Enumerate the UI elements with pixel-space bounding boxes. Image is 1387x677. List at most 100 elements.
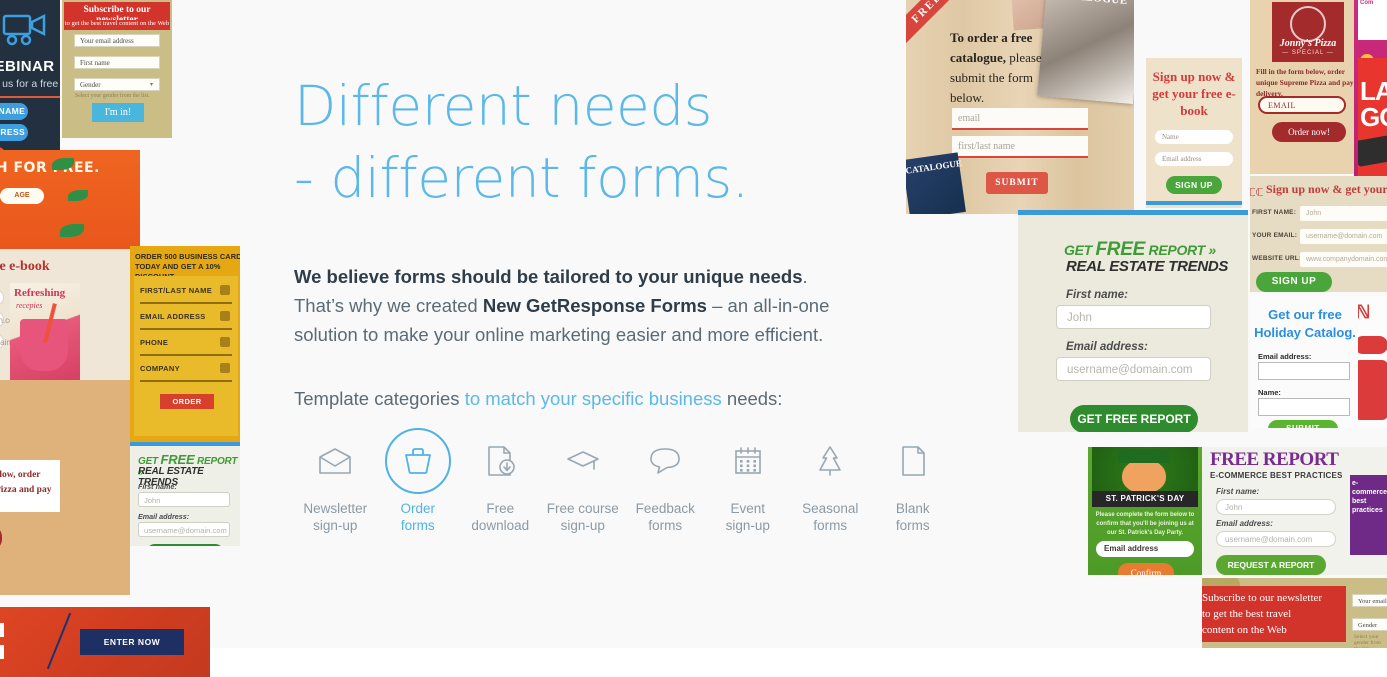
- collage-card-real-estate-right[interactable]: GET FREE REPORT » REAL ESTATE TRENDS Fir…: [1018, 210, 1248, 432]
- collage-card-holiday-catalog[interactable]: Get our free Holiday Catalog. Email addre…: [1250, 296, 1360, 428]
- signup-website-field[interactable]: www.companydomain.com: [1300, 252, 1387, 267]
- realestate-right-firstname-field[interactable]: John: [1056, 305, 1211, 329]
- collage-card-spanish[interactable]: SPANISH FOR FREE. EMAIL ADDRESS AGE: [0, 150, 140, 254]
- icon-ring: [797, 428, 863, 494]
- realestate-right-submit-button[interactable]: GET FREE REPORT: [1070, 405, 1198, 432]
- catalogue-heading: To order a free catalogue, please submit…: [950, 28, 1060, 108]
- collage-card-hex-pattern[interactable]: ℕ: [1358, 296, 1387, 428]
- categories-link[interactable]: to match your specific business: [465, 388, 722, 409]
- webinar-name-field[interactable]: NAME/SURNAME: [0, 103, 28, 120]
- graduation-cap-icon: [565, 448, 601, 474]
- category-item-free-download[interactable]: Free download: [459, 428, 542, 538]
- newsletter-email-field[interactable]: Your email address: [74, 34, 160, 47]
- realestate-left-submit-button[interactable]: GET FREE REPORT: [146, 544, 224, 546]
- collage-card-ebook-right[interactable]: Sign up now & get your free e-book Name …: [1146, 58, 1242, 208]
- headline-line-1: Different needs: [294, 74, 712, 138]
- realestate-left-email-field[interactable]: username@domain.com: [138, 522, 230, 537]
- ebook-website-field[interactable]: www.companydomain.com: [0, 333, 28, 350]
- field-label: PHONE: [140, 338, 169, 347]
- ebook-name-field[interactable]: Name: [0, 289, 4, 306]
- category-item-feedback-forms[interactable]: Feedback forms: [624, 428, 707, 538]
- last-chance-text: LAGO: [1360, 78, 1387, 130]
- collage-card-business-cards[interactable]: ORDER 500 BUSINESS CARDS TODAY AND GET A…: [130, 246, 240, 546]
- business-phone-field[interactable]: PHONE: [140, 334, 232, 356]
- collage-card-free-report-ecommerce[interactable]: FREE REPORT E-COMMERCE BEST PRACTICES Fi…: [1202, 447, 1387, 575]
- free-report-email-field[interactable]: username@domain.com: [1216, 531, 1336, 547]
- collage-card-newsletter-right[interactable]: Subscribe to our newsletter to get the b…: [1202, 578, 1387, 648]
- ebook-right-signup-button[interactable]: SIGN UP: [1166, 176, 1222, 194]
- business-email-field[interactable]: EMAIL ADDRESS: [140, 308, 232, 330]
- free-report-firstname-field[interactable]: John: [1216, 499, 1336, 515]
- signup-email-field[interactable]: username@domain.com: [1300, 229, 1387, 244]
- st-patricks-confirm-button[interactable]: Confirm: [1118, 563, 1174, 575]
- label-line-2: download: [471, 518, 530, 533]
- pizza-right-email-field[interactable]: EMAIL: [1258, 96, 1346, 114]
- arrow-decoration: [46, 612, 72, 670]
- ebook-email-field[interactable]: username@domain.com: [0, 311, 20, 328]
- chevron-down-icon: ▾: [149, 82, 153, 88]
- st-patricks-email-field[interactable]: Email address: [1096, 541, 1194, 557]
- catalogue-email-field[interactable]: email: [952, 108, 1088, 130]
- mail-icon: [220, 311, 230, 321]
- ebook-right-title: Sign up now & get your free e-book: [1152, 69, 1236, 118]
- leaf-decoration: [68, 190, 88, 201]
- enter-field-2[interactable]: [0, 645, 4, 659]
- pizza-email-field[interactable]: [0, 525, 2, 551]
- category-item-seasonal-forms[interactable]: Seasonal forms: [789, 428, 872, 538]
- collage-card-catalogue[interactable]: CATALOGUE FREE To order a free catalogue…: [906, 0, 1134, 214]
- realestate-left-label-firstname: First name:: [138, 482, 177, 491]
- newsletter-right-ribbon: Subscribe to our newsletter to get the b…: [1202, 586, 1346, 642]
- leaf-decoration: [60, 224, 84, 237]
- ebook-right-email-field[interactable]: Email address: [1155, 152, 1233, 166]
- intro-line2-post: – an all-in-one: [706, 295, 830, 316]
- spanish-age-field[interactable]: AGE: [0, 188, 44, 204]
- free-report-request-button[interactable]: REQUEST A REPORT: [1216, 555, 1326, 575]
- catalogue-submit-button[interactable]: SUBMIT: [986, 172, 1048, 194]
- category-item-free-course-sign-up[interactable]: Free course sign-up: [542, 428, 625, 538]
- realestate-right-subtitle: REAL ESTATE TRENDS: [1066, 258, 1229, 275]
- swirl-icon: ℂℂ: [1250, 187, 1264, 199]
- collage-card-signup-right[interactable]: ℂℂ Sign up now & get your FIRST NAME: Jo…: [1250, 176, 1387, 292]
- collage-card-pizza-left[interactable]: Jonny's Pizza — SPECIAL — Fill in the fo…: [0, 380, 130, 595]
- category-item-event-sign-up[interactable]: Event sign-up: [707, 428, 790, 538]
- holiday-name-field[interactable]: [1258, 398, 1350, 416]
- enter-field-1[interactable]: [0, 623, 4, 637]
- realestate-right-email-field[interactable]: username@domain.com: [1056, 357, 1211, 381]
- pizza-right-order-button[interactable]: Order now!: [1272, 122, 1346, 142]
- collage-card-st-patricks[interactable]: ST. PATRICK'S DAY Please complete the fo…: [1088, 447, 1202, 575]
- newsletter-right-gender-select[interactable]: Gender: [1352, 618, 1387, 631]
- business-order-button[interactable]: ORDER: [160, 394, 214, 409]
- newsletter-gender-select[interactable]: Gender ▾: [74, 78, 160, 91]
- ebook-right-name-field[interactable]: Name: [1155, 130, 1233, 144]
- user-icon: [220, 285, 230, 295]
- category-item-blank-forms[interactable]: Blank forms: [872, 428, 955, 538]
- realestate-left-firstname-field[interactable]: John: [138, 492, 230, 507]
- business-company-field[interactable]: COMPANY: [140, 360, 232, 382]
- business-name-field[interactable]: FIRST/LAST NAME: [140, 282, 232, 304]
- collage-card-enter-now[interactable]: ENTER NOW: [0, 607, 210, 677]
- signup-firstname-field[interactable]: John: [1300, 206, 1387, 221]
- signup-label-firstname: FIRST NAME:: [1252, 209, 1297, 216]
- category-item-newsletter-sign-up[interactable]: Newsletter sign-up: [294, 428, 377, 538]
- label-line-2: sign-up: [560, 518, 605, 533]
- main-content: Different needs - different forms. We be…: [294, 0, 954, 648]
- collage-card-webinar-invite[interactable]: WEBINAR INVITE Join us for a free webina…: [0, 0, 60, 158]
- category-item-order-forms[interactable]: Order forms: [377, 428, 460, 538]
- holiday-title-line-2: Holiday Catalog.: [1254, 325, 1356, 340]
- newsletter-right-email-field[interactable]: Your email address: [1352, 594, 1387, 607]
- realestate-right-label-firstname: First name:: [1066, 289, 1128, 301]
- newsletter-firstname-field[interactable]: First name: [74, 56, 160, 69]
- signup-right-button[interactable]: SIGN UP: [1256, 272, 1332, 292]
- newsletter-submit-button[interactable]: I'm in!: [92, 103, 144, 122]
- collage-card-ebook-left[interactable]: get your free e-book Name username@domai…: [0, 249, 132, 394]
- enter-now-button[interactable]: ENTER NOW: [80, 629, 184, 655]
- label-line-2: sign-up: [725, 518, 770, 533]
- holiday-submit-button[interactable]: SUBMIT: [1268, 420, 1338, 428]
- icon-ring: [715, 428, 781, 494]
- magenta-panel: Com: [1358, 0, 1387, 40]
- holiday-email-field[interactable]: [1258, 362, 1350, 380]
- webinar-email-field[interactable]: EMAIL ADDRESS: [0, 124, 28, 141]
- collage-card-pizza-right[interactable]: Jonny's Pizza — SPECIAL — Fill in the fo…: [1250, 0, 1368, 174]
- collage-card-newsletter-left[interactable]: Subscribe to our newsletter to get the b…: [62, 0, 172, 138]
- catalogue-name-field[interactable]: first/last name: [952, 136, 1088, 158]
